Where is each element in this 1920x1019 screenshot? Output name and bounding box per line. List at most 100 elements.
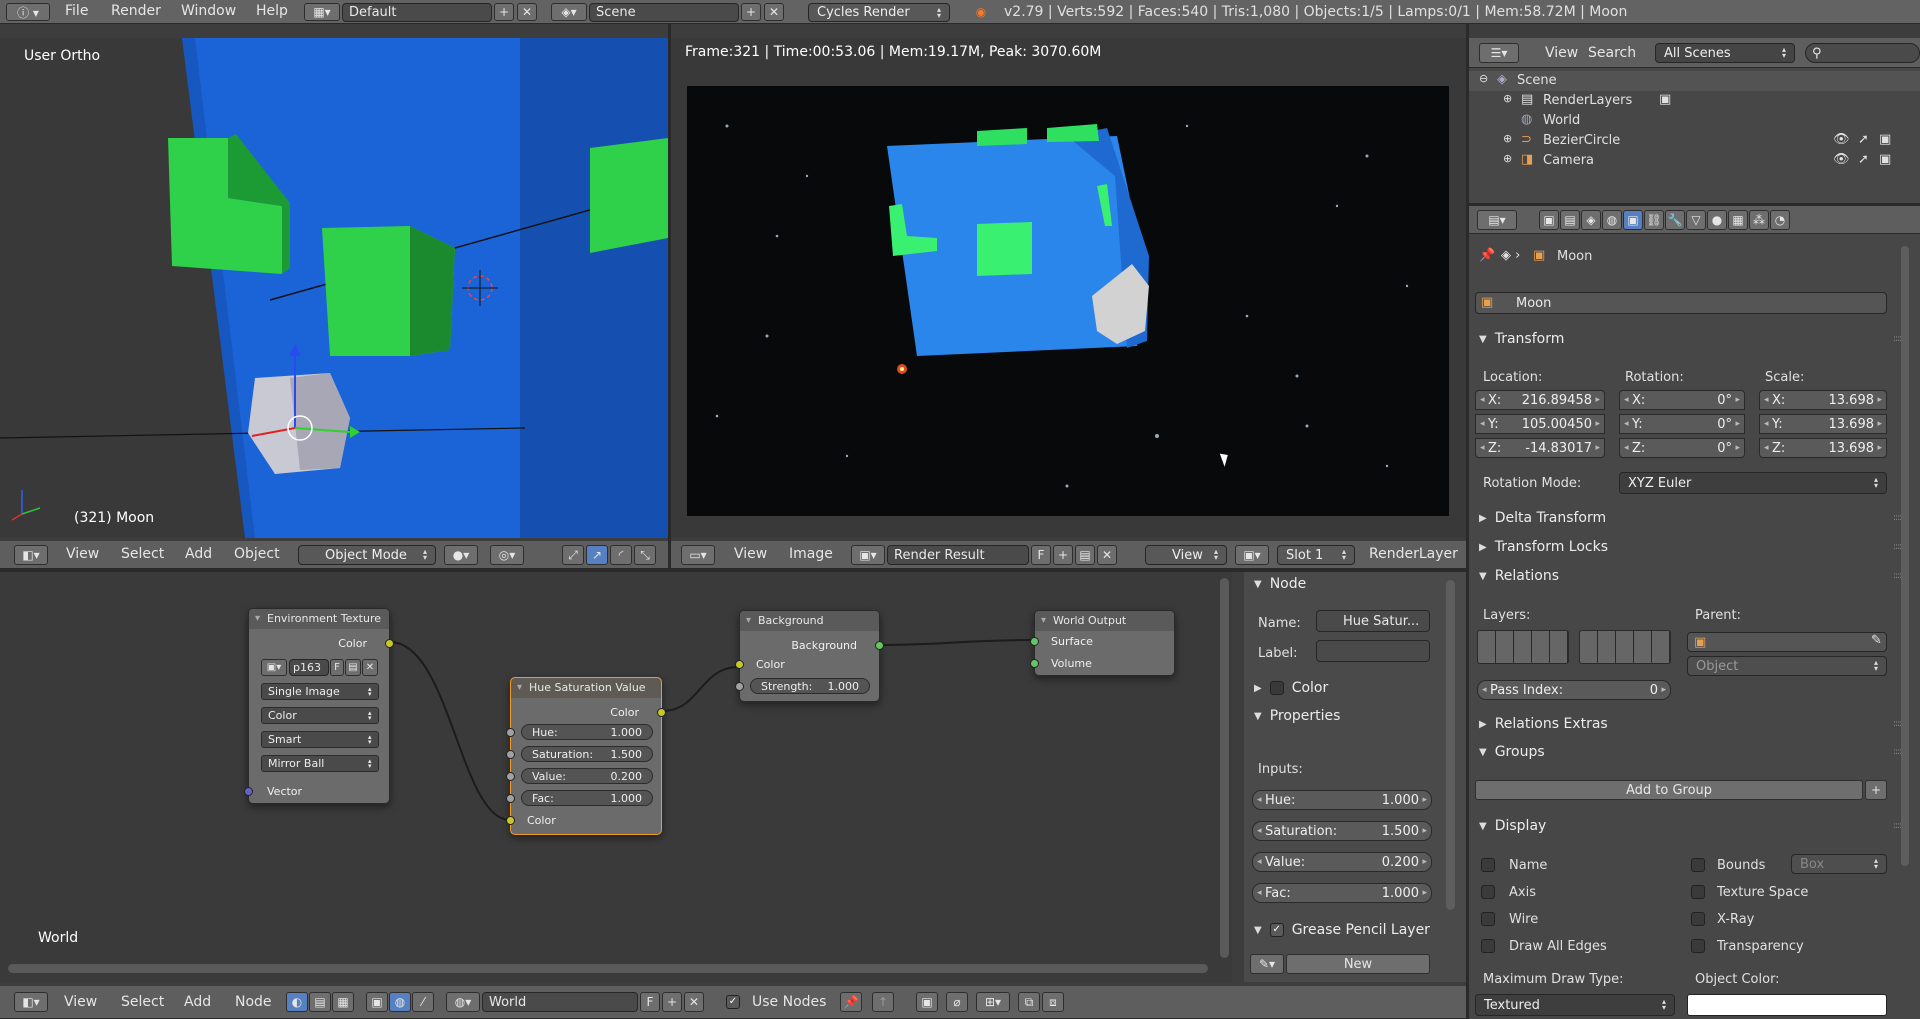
remove-layout-button[interactable]: ✕ (517, 3, 537, 21)
viewport-menu-select[interactable]: Select (121, 546, 164, 562)
node-menu-select[interactable]: Select (121, 994, 164, 1010)
layers-grid-b[interactable] (1579, 630, 1671, 664)
delta-transform-header[interactable]: ▶ Delta Transform (1479, 510, 1606, 526)
renderlayers-tab-icon[interactable]: ▤ (1560, 210, 1580, 230)
scale-manipulator-button[interactable]: ⤡ (634, 545, 656, 565)
new-group-button[interactable]: + (1865, 780, 1887, 800)
pin-node-tree-button[interactable]: 📌 (840, 992, 862, 1012)
layout-field[interactable]: Default (342, 3, 492, 22)
expand-scene-icon[interactable]: ⊖ (1479, 72, 1488, 85)
node-menu-add[interactable]: Add (184, 994, 211, 1010)
hsv-saturation-socket[interactable] (506, 750, 515, 759)
pin-icon[interactable]: 📌 (1479, 248, 1495, 263)
node-menu-node[interactable]: Node (235, 994, 272, 1010)
grease-pencil-layer-header[interactable]: ▼ ✓ Grease Pencil Layer (1254, 922, 1430, 938)
relations-panel-header[interactable]: ▼ Relations (1479, 568, 1559, 584)
rotation-mode-select[interactable]: XYZ Euler (1619, 472, 1887, 494)
mode-select[interactable]: Object Mode (298, 545, 436, 565)
outliner-menu-search[interactable]: Search (1588, 45, 1636, 61)
bg-node-title[interactable]: Background (740, 611, 879, 631)
scale-z-field[interactable]: Z:13.698 (1759, 438, 1887, 458)
image-menu-view[interactable]: View (734, 546, 767, 562)
display-xray-checkbox[interactable] (1691, 912, 1705, 926)
properties-scrollbar[interactable] (1901, 246, 1909, 866)
scene-field[interactable]: Scene (589, 3, 739, 22)
rotate-manipulator-button[interactable]: ◜ (610, 545, 632, 565)
render-engine-select[interactable]: Cycles Render (808, 3, 950, 22)
image-editor-type-icon[interactable]: ▭▾ (681, 545, 715, 565)
image-browse-icon[interactable]: ▣▾ (851, 545, 885, 565)
env-projection-select[interactable]: Mirror Ball (261, 755, 379, 772)
transform-locks-header[interactable]: ▶ Transform Locks (1479, 539, 1608, 555)
layout-icon[interactable]: ▦▾ (304, 3, 340, 21)
menu-render[interactable]: Render (111, 3, 161, 19)
unlink-world-button[interactable]: ✕ (684, 992, 704, 1012)
hsv-fac-socket[interactable] (506, 794, 515, 803)
env-vector-socket[interactable] (244, 787, 253, 796)
divider-h1[interactable] (0, 569, 1466, 572)
add-to-group-button[interactable]: Add to Group (1475, 780, 1863, 800)
pass-index-field[interactable]: Pass Index:0 (1477, 680, 1671, 700)
pivot-select[interactable]: ◎▾ (490, 545, 524, 565)
viewport-menu-view[interactable]: View (66, 546, 99, 562)
object-shader-button[interactable]: ▣ (366, 992, 388, 1012)
properties-type-icon[interactable]: ▤▾ (1477, 210, 1517, 230)
environment-texture-node[interactable]: Environment Texture Color ▣▾ p163 F ▤ ✕ … (244, 608, 394, 804)
hsv-out-color-socket[interactable] (657, 708, 666, 717)
pin-image-button[interactable]: ▣▾ (1235, 545, 1269, 565)
use-nodes-checkbox[interactable]: ✓ (726, 995, 740, 1009)
hue-saturation-value-node[interactable]: Hue Saturation Value Color Hue:1.000 Sat… (506, 677, 666, 835)
shader-tree-button[interactable]: ◐ (286, 992, 308, 1012)
hsv-value-socket[interactable] (506, 772, 515, 781)
outliner-row-scene[interactable]: ⊖ ◈ Scene (1469, 71, 1920, 91)
sidebar-fac-field[interactable]: Fac:1.000 (1252, 883, 1432, 903)
transform-grip[interactable]: :::: (1893, 334, 1902, 344)
node-menu-view[interactable]: View (64, 994, 97, 1010)
node-panel-header[interactable]: ▼ Node (1254, 576, 1306, 592)
add-layout-button[interactable]: + (494, 3, 514, 21)
menu-window[interactable]: Window (181, 3, 236, 19)
relations-extras-header[interactable]: ▶ Relations Extras (1479, 716, 1608, 732)
location-y-field[interactable]: Y:105.00450 (1475, 414, 1605, 434)
remove-scene-button[interactable]: ✕ (764, 3, 784, 21)
location-z-field[interactable]: Z:-14.83017 (1475, 438, 1605, 458)
camera-selectable-cursor-icon[interactable]: ➚ (1858, 152, 1869, 167)
viewport-menu-add[interactable]: Add (185, 546, 212, 562)
unlink-image-button[interactable]: ✕ (1097, 545, 1117, 565)
env-colorspace-select[interactable]: Color (261, 707, 379, 724)
display-bounds-checkbox[interactable] (1691, 858, 1705, 872)
display-panel-header[interactable]: ▼ Display (1479, 818, 1546, 834)
scale-y-field[interactable]: Y:13.698 (1759, 414, 1887, 434)
out-node-title[interactable]: World Output (1035, 611, 1174, 631)
outliner-search-field[interactable]: ⚲ (1805, 43, 1920, 63)
copy-nodes-button[interactable]: ⧉ (1018, 992, 1040, 1012)
bg-out-socket[interactable] (875, 641, 884, 650)
outliner-row-renderlayers[interactable]: ⊕ ▤ RenderLayers ▣ (1469, 91, 1920, 111)
env-node-title[interactable]: Environment Texture (249, 609, 389, 629)
new-grease-pencil-button[interactable]: New (1286, 954, 1430, 974)
hsv-fac-field[interactable]: Fac: 1.000 (521, 790, 653, 806)
location-x-field[interactable]: X:216.89458 (1475, 390, 1605, 410)
menu-help[interactable]: Help (256, 3, 288, 19)
delta-grip[interactable]: :::: (1893, 513, 1902, 523)
expand-camera-icon[interactable]: ⊕ (1503, 152, 1512, 165)
bounds-type-select[interactable]: Box (1791, 854, 1887, 874)
scene-icon[interactable]: ◈▾ (551, 3, 587, 21)
rel-extras-grip[interactable]: :::: (1893, 719, 1902, 729)
add-scene-button[interactable]: + (741, 3, 761, 21)
world-tab-icon[interactable]: ◍ (1602, 210, 1622, 230)
env-out-color-socket[interactable] (385, 639, 394, 648)
bg-strength-field[interactable]: Strength: 1.000 (750, 678, 870, 694)
new-world-button[interactable]: + (662, 992, 682, 1012)
display-all-edges-checkbox[interactable] (1481, 939, 1495, 953)
background-node[interactable]: Background Background Color Strength:1.0… (735, 610, 884, 702)
hsv-node-title[interactable]: Hue Saturation Value (511, 678, 661, 698)
world-fake-user-button[interactable]: F (640, 992, 660, 1012)
rotation-y-field[interactable]: Y:0° (1619, 414, 1745, 434)
hsv-in-color-socket[interactable] (506, 816, 515, 825)
rotation-z-field[interactable]: Z:0° (1619, 438, 1745, 458)
parent-type-select[interactable]: Object (1687, 656, 1887, 676)
transform-panel-header[interactable]: ▼ Transform (1479, 331, 1564, 347)
divider-v1[interactable] (668, 24, 671, 569)
data-tab-icon[interactable]: ▽ (1686, 210, 1706, 230)
